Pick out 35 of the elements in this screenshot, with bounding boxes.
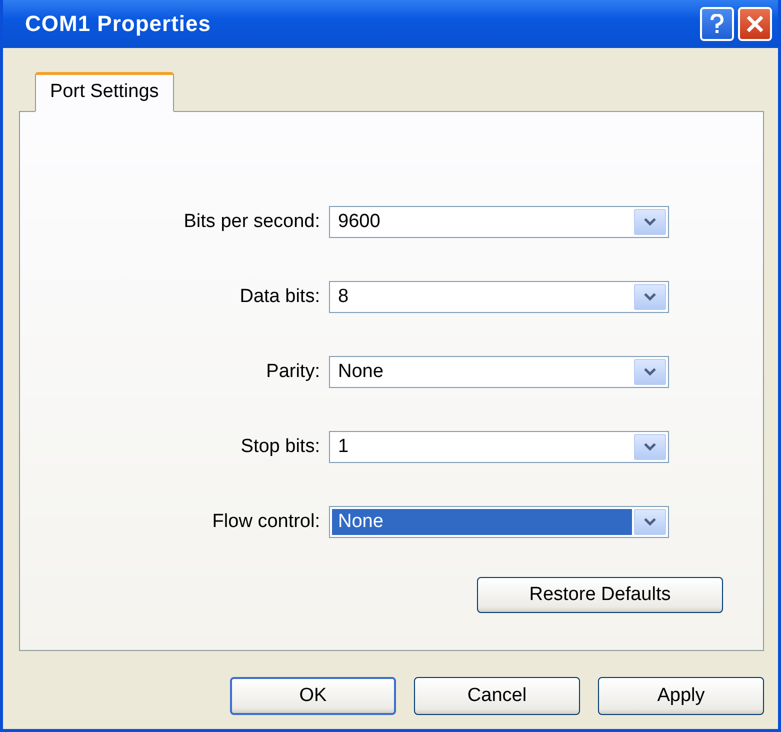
dropdown-field[interactable]: 8 [329,280,669,312]
dropdown-button[interactable] [634,208,666,234]
dropdown-field[interactable]: None [329,356,669,388]
dropdown-button[interactable] [634,434,666,460]
question-mark-icon [710,14,724,34]
dropdown-button[interactable] [634,358,666,384]
dropdown-value: 1 [337,434,350,458]
field-label: Bits per second: [184,210,320,232]
dropdown-field[interactable]: None [329,506,669,538]
field-label: Parity: [266,360,320,382]
caret-icon [643,442,657,451]
dropdown-value: None [332,508,632,534]
dialog-button[interactable]: OK [230,677,396,715]
dropdown-button[interactable] [634,284,666,310]
close-button[interactable] [738,7,772,41]
close-icon [746,15,764,33]
field-label: Data bits: [240,286,320,308]
caret-icon [643,367,657,376]
dropdown-button[interactable] [634,508,666,534]
caret-icon [643,292,657,301]
dialog-button[interactable]: Apply [598,677,764,715]
dialog-button[interactable]: Cancel [414,677,580,715]
caret-icon [643,517,657,526]
dropdown-field[interactable]: 1 [329,430,669,462]
caret-icon [643,217,657,226]
window-title: COM1 Properties [25,11,212,37]
help-button[interactable] [700,7,734,41]
field-label: Stop bits: [240,436,320,458]
tab[interactable]: Port Settings [35,72,174,112]
dropdown-field[interactable]: 9600 [329,206,669,238]
restore-defaults-button[interactable]: Restore Defaults [477,577,723,613]
dropdown-value: None [337,360,384,384]
dropdown-value: 9600 [337,210,382,234]
dropdown-value: 8 [337,284,350,308]
field-label: Flow control: [212,510,320,532]
